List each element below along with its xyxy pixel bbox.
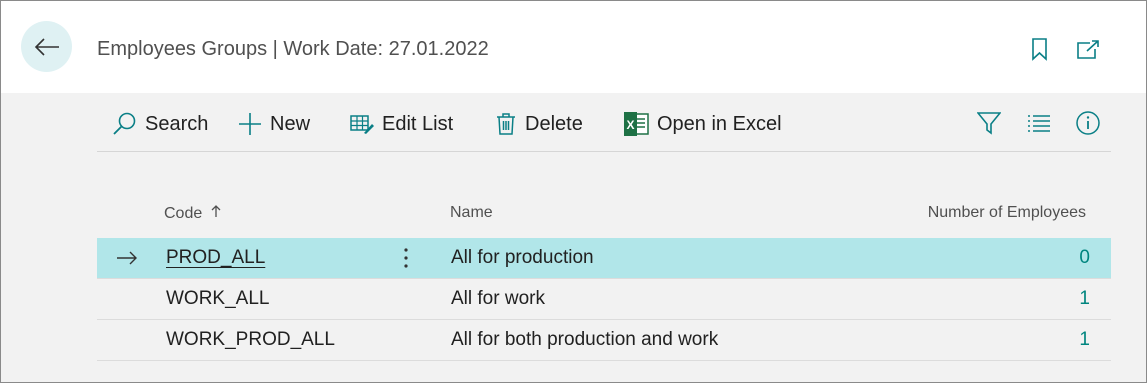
- row-name: All for work: [451, 288, 545, 309]
- new-action[interactable]: New: [238, 101, 310, 147]
- table-row[interactable]: PROD_ALL All for production 0: [97, 238, 1111, 279]
- delete-label: Delete: [525, 112, 583, 135]
- row-employee-count[interactable]: 1: [997, 320, 1090, 360]
- trash-icon: [497, 113, 515, 135]
- svg-text:X: X: [626, 118, 634, 132]
- table-row[interactable]: WORK_PROD_ALL All for both production an…: [97, 320, 1111, 361]
- column-header-name[interactable]: Name: [450, 204, 493, 222]
- filter-icon: [977, 112, 1001, 135]
- list-view-button[interactable]: [1026, 110, 1052, 136]
- edit-list-action[interactable]: Edit List: [350, 101, 453, 147]
- plus-icon: [239, 113, 261, 135]
- delete-action[interactable]: Delete: [495, 101, 583, 147]
- column-header-number-of-employees[interactable]: Number of Employees: [861, 204, 1086, 222]
- back-button[interactable]: [21, 21, 72, 72]
- new-label: New: [270, 112, 311, 135]
- column-header-code-label: Code: [164, 205, 203, 222]
- row-employee-count[interactable]: 1: [997, 279, 1090, 319]
- info-icon: [1076, 111, 1100, 135]
- row-name: All for production: [451, 247, 594, 268]
- info-button[interactable]: [1075, 110, 1101, 136]
- back-arrow-icon: [34, 37, 59, 56]
- page-title: Employees Groups | Work Date: 27.01.2022: [97, 38, 489, 60]
- row-employee-count[interactable]: 0: [997, 238, 1090, 278]
- table-row[interactable]: WORK_ALL All for work 1: [97, 279, 1111, 320]
- excel-icon: X: [624, 112, 649, 136]
- edit-list-label: Edit List: [382, 112, 454, 135]
- page-header: Employees Groups | Work Date: 27.01.2022: [1, 1, 1146, 93]
- search-icon: [113, 112, 136, 135]
- filter-button[interactable]: [976, 110, 1002, 136]
- more-options-icon: [404, 248, 408, 268]
- open-new-window-icon: [1077, 40, 1099, 59]
- open-in-excel-action[interactable]: X Open in Excel: [623, 101, 782, 147]
- bookmark-button[interactable]: [1030, 37, 1052, 61]
- column-header-code[interactable]: Code: [164, 204, 221, 223]
- edit-list-icon: [350, 115, 374, 134]
- row-code-link[interactable]: PROD_ALL: [166, 238, 265, 278]
- row-code[interactable]: WORK_ALL: [166, 279, 269, 319]
- action-toolbar: Search New Edit List Delete X Open in Ex…: [97, 101, 1111, 152]
- page-frame: Employees Groups | Work Date: 27.01.2022…: [0, 0, 1147, 383]
- open-in-excel-label: Open in Excel: [657, 112, 782, 135]
- sort-ascending-icon: [211, 205, 221, 217]
- list-view-icon: [1028, 115, 1050, 132]
- open-new-window-button[interactable]: [1075, 37, 1101, 61]
- bookmark-icon: [1032, 38, 1047, 61]
- row-name: All for both production and work: [451, 329, 719, 350]
- search-action[interactable]: Search: [111, 101, 208, 147]
- row-arrow-icon: [117, 251, 137, 265]
- more-options-button[interactable]: [397, 238, 415, 278]
- search-label: Search: [145, 112, 209, 135]
- row-code[interactable]: WORK_PROD_ALL: [166, 320, 335, 360]
